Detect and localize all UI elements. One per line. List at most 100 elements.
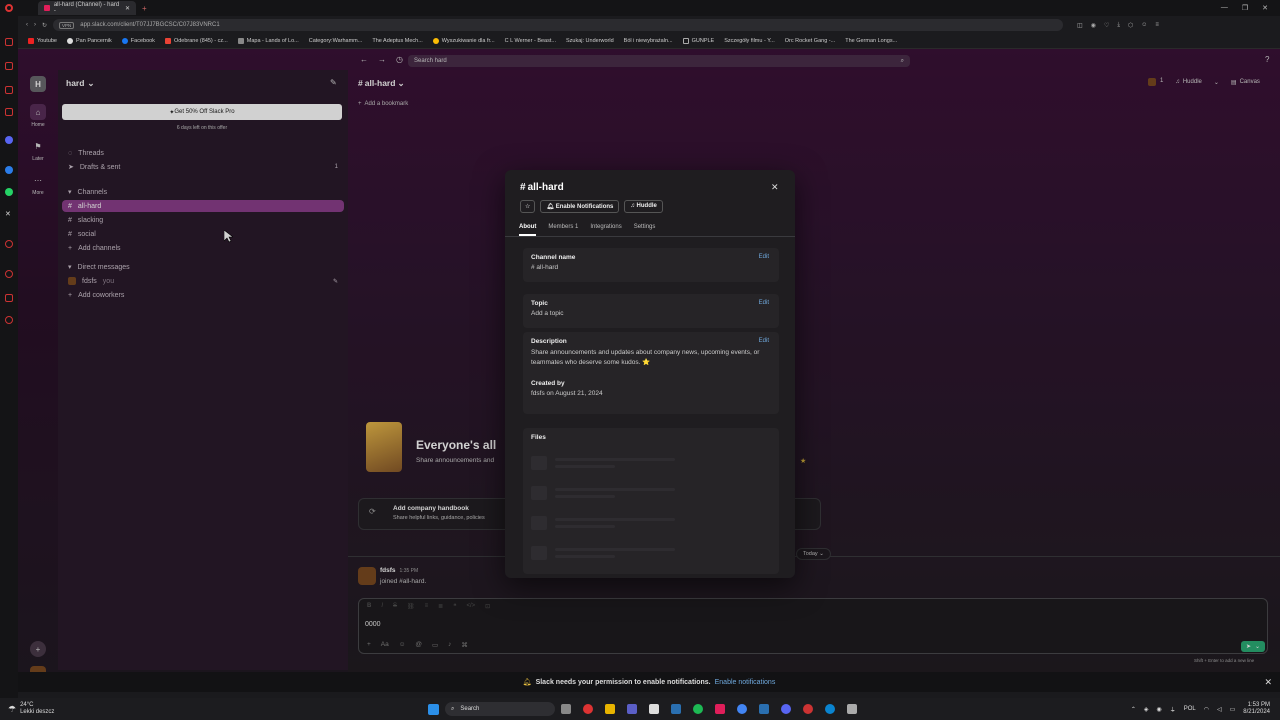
whatsapp-icon[interactable] <box>5 188 13 196</box>
slack-favicon-icon <box>44 5 50 11</box>
url-text: app.slack.com/client/T07JJ7BGCSC/C07J83V… <box>80 22 220 28</box>
snapshot-icon[interactable]: ◫ <box>1077 22 1083 29</box>
history-icon[interactable] <box>5 108 13 116</box>
download-icon[interactable]: ⤓ <box>1117 22 1120 29</box>
close-tab-icon[interactable]: ✕ <box>125 5 130 12</box>
tray-app-icon[interactable]: ◈ <box>1144 706 1149 713</box>
chrome-icon[interactable] <box>737 704 747 714</box>
loading-placeholder <box>555 495 615 498</box>
slack-taskbar-icon[interactable] <box>715 704 725 714</box>
steam-icon[interactable] <box>759 704 769 714</box>
tray-chevron-icon[interactable]: ⌃ <box>1131 706 1136 713</box>
vpn-badge[interactable]: VPN <box>59 21 75 29</box>
pinboard-icon[interactable] <box>5 86 13 94</box>
bag-icon[interactable] <box>5 62 13 70</box>
camera-icon[interactable]: ◉ <box>1091 22 1096 29</box>
url-field[interactable]: VPN app.slack.com/client/T07JJ7BGCSC/C07… <box>53 19 1064 31</box>
clock-icon[interactable] <box>5 270 13 278</box>
clock[interactable]: 1:53 PM 8/21/2024 <box>1243 702 1270 716</box>
edge-icon[interactable] <box>825 704 835 714</box>
topic-card[interactable]: Topic Add a topic Edit <box>523 294 779 328</box>
weather-widget[interactable]: ☂ 24°C Lekki deszcz <box>0 702 80 715</box>
messenger-icon[interactable] <box>5 166 13 174</box>
windows-start-icon[interactable] <box>428 703 439 715</box>
enable-notifications-button[interactable]: 🔔︎ Enable Notifications <box>540 200 620 213</box>
file-explorer-icon[interactable] <box>605 704 615 714</box>
tab-members[interactable]: Members 1 <box>548 224 578 236</box>
bookmark-item[interactable]: Youtube <box>28 38 57 44</box>
box-icon[interactable] <box>5 294 13 302</box>
bookmark-item[interactable]: Mapa - Lands of Lo... <box>237 38 299 44</box>
bookmark-item[interactable]: Wyszukiwanie dla fr... <box>432 38 495 44</box>
new-tab-icon[interactable]: + <box>142 4 147 13</box>
store-icon[interactable] <box>649 704 659 714</box>
profile-icon[interactable]: ☺ <box>1141 22 1147 29</box>
tab-about[interactable]: About <box>519 224 537 236</box>
tray-app-icon[interactable]: ⏚ <box>1170 705 1176 714</box>
folder-icon <box>682 38 689 44</box>
menu-icon[interactable]: ≡ <box>1155 22 1159 29</box>
bookmark-item[interactable]: The Adeptus Mech... <box>372 38 422 44</box>
window-close-icon[interactable]: ✕ <box>1262 4 1268 12</box>
bookmark-icon <box>432 38 439 44</box>
maximize-icon[interactable]: ❐ <box>1242 4 1248 12</box>
bookmark-item[interactable]: The German Longs... <box>845 38 897 44</box>
created-value: fdsfs on August 21, 2024 <box>531 389 603 397</box>
opera-logo-icon[interactable] <box>5 4 13 12</box>
enable-notifications-link[interactable]: Enable notifications <box>715 679 776 686</box>
speed-dial-icon[interactable] <box>5 38 13 46</box>
spotify-icon[interactable] <box>693 704 703 714</box>
app-icon[interactable] <box>847 704 857 714</box>
loading-placeholder <box>555 488 675 491</box>
back-icon[interactable]: ‹ <box>26 22 28 28</box>
star-channel-button[interactable]: ☆ <box>520 200 536 213</box>
tab-bar: all-hard (Channel) - hard - ✕ + — ❐ ✕ <box>18 0 1280 16</box>
close-banner-icon[interactable]: ✕ <box>1264 677 1272 688</box>
bookmark-item[interactable]: GUNPLE <box>682 38 714 44</box>
wifi-icon[interactable]: ◠ <box>1204 706 1209 713</box>
opera-taskbar-icon[interactable] <box>583 704 593 714</box>
close-icon[interactable]: ✕ <box>771 182 779 193</box>
discord-icon[interactable] <box>5 136 13 144</box>
bookmark-item[interactable]: C L Werner - Beast... <box>505 38 556 44</box>
tab-active[interactable]: all-hard (Channel) - hard - ✕ <box>38 1 136 15</box>
edit-description-link[interactable]: Edit <box>759 338 769 344</box>
taskbar-search[interactable]: ⌕ Search <box>445 702 555 716</box>
edit-channel-name-link[interactable]: Edit <box>759 254 769 260</box>
loading-placeholder <box>555 548 675 551</box>
bookmark-item[interactable]: Facebook <box>121 38 155 44</box>
x-icon[interactable]: ✕ <box>5 210 13 218</box>
discord-taskbar-icon[interactable] <box>781 704 791 714</box>
bookmark-item[interactable]: Category:Warhamm... <box>309 38 363 44</box>
tab-integrations[interactable]: Integrations <box>590 224 621 236</box>
steam-icon[interactable] <box>671 704 681 714</box>
forward-icon[interactable]: › <box>34 22 36 28</box>
bookmark-item[interactable]: Ból i niewybrażaln... <box>624 38 673 44</box>
bookmark-item[interactable]: Szukaj: Underworld <box>566 38 614 44</box>
app-icon[interactable] <box>803 704 813 714</box>
language-indicator[interactable]: POL <box>1184 706 1196 712</box>
modal-huddle-button[interactable]: ♫ Huddle <box>624 200 663 213</box>
heart-icon[interactable]: ♡ <box>1104 22 1109 29</box>
channel-name-card[interactable]: Channel name # all-hard Edit <box>523 248 779 282</box>
tab-settings[interactable]: Settings <box>634 224 656 236</box>
edit-topic-link[interactable]: Edit <box>759 300 769 306</box>
bookmark-item[interactable]: Szczegóły filmu - Y... <box>724 38 775 44</box>
description-card[interactable]: Description Share announcements and upda… <box>523 332 779 414</box>
minimize-icon[interactable]: — <box>1221 4 1228 12</box>
music-icon[interactable] <box>5 240 13 248</box>
bookmark-item[interactable]: Odebrane (845) - cz... <box>164 38 228 44</box>
loading-placeholder <box>531 546 547 560</box>
settings-icon[interactable] <box>5 316 13 324</box>
loading-placeholder <box>555 458 675 461</box>
tray-app-icon[interactable]: ◉ <box>1156 706 1161 713</box>
volume-icon[interactable]: ◁ <box>1217 706 1222 713</box>
battery-icon[interactable]: ▭ <box>1230 706 1236 713</box>
bookmark-item[interactable]: Pan Pancernik <box>67 38 112 44</box>
task-view-icon[interactable] <box>561 704 571 714</box>
bookmark-item[interactable]: Orc Rocket Gang -... <box>785 38 835 44</box>
teams-icon[interactable] <box>627 704 637 714</box>
loading-placeholder <box>531 486 547 500</box>
extensions-icon[interactable]: ⬡ <box>1128 22 1133 29</box>
reload-icon[interactable]: ↻ <box>42 22 47 29</box>
